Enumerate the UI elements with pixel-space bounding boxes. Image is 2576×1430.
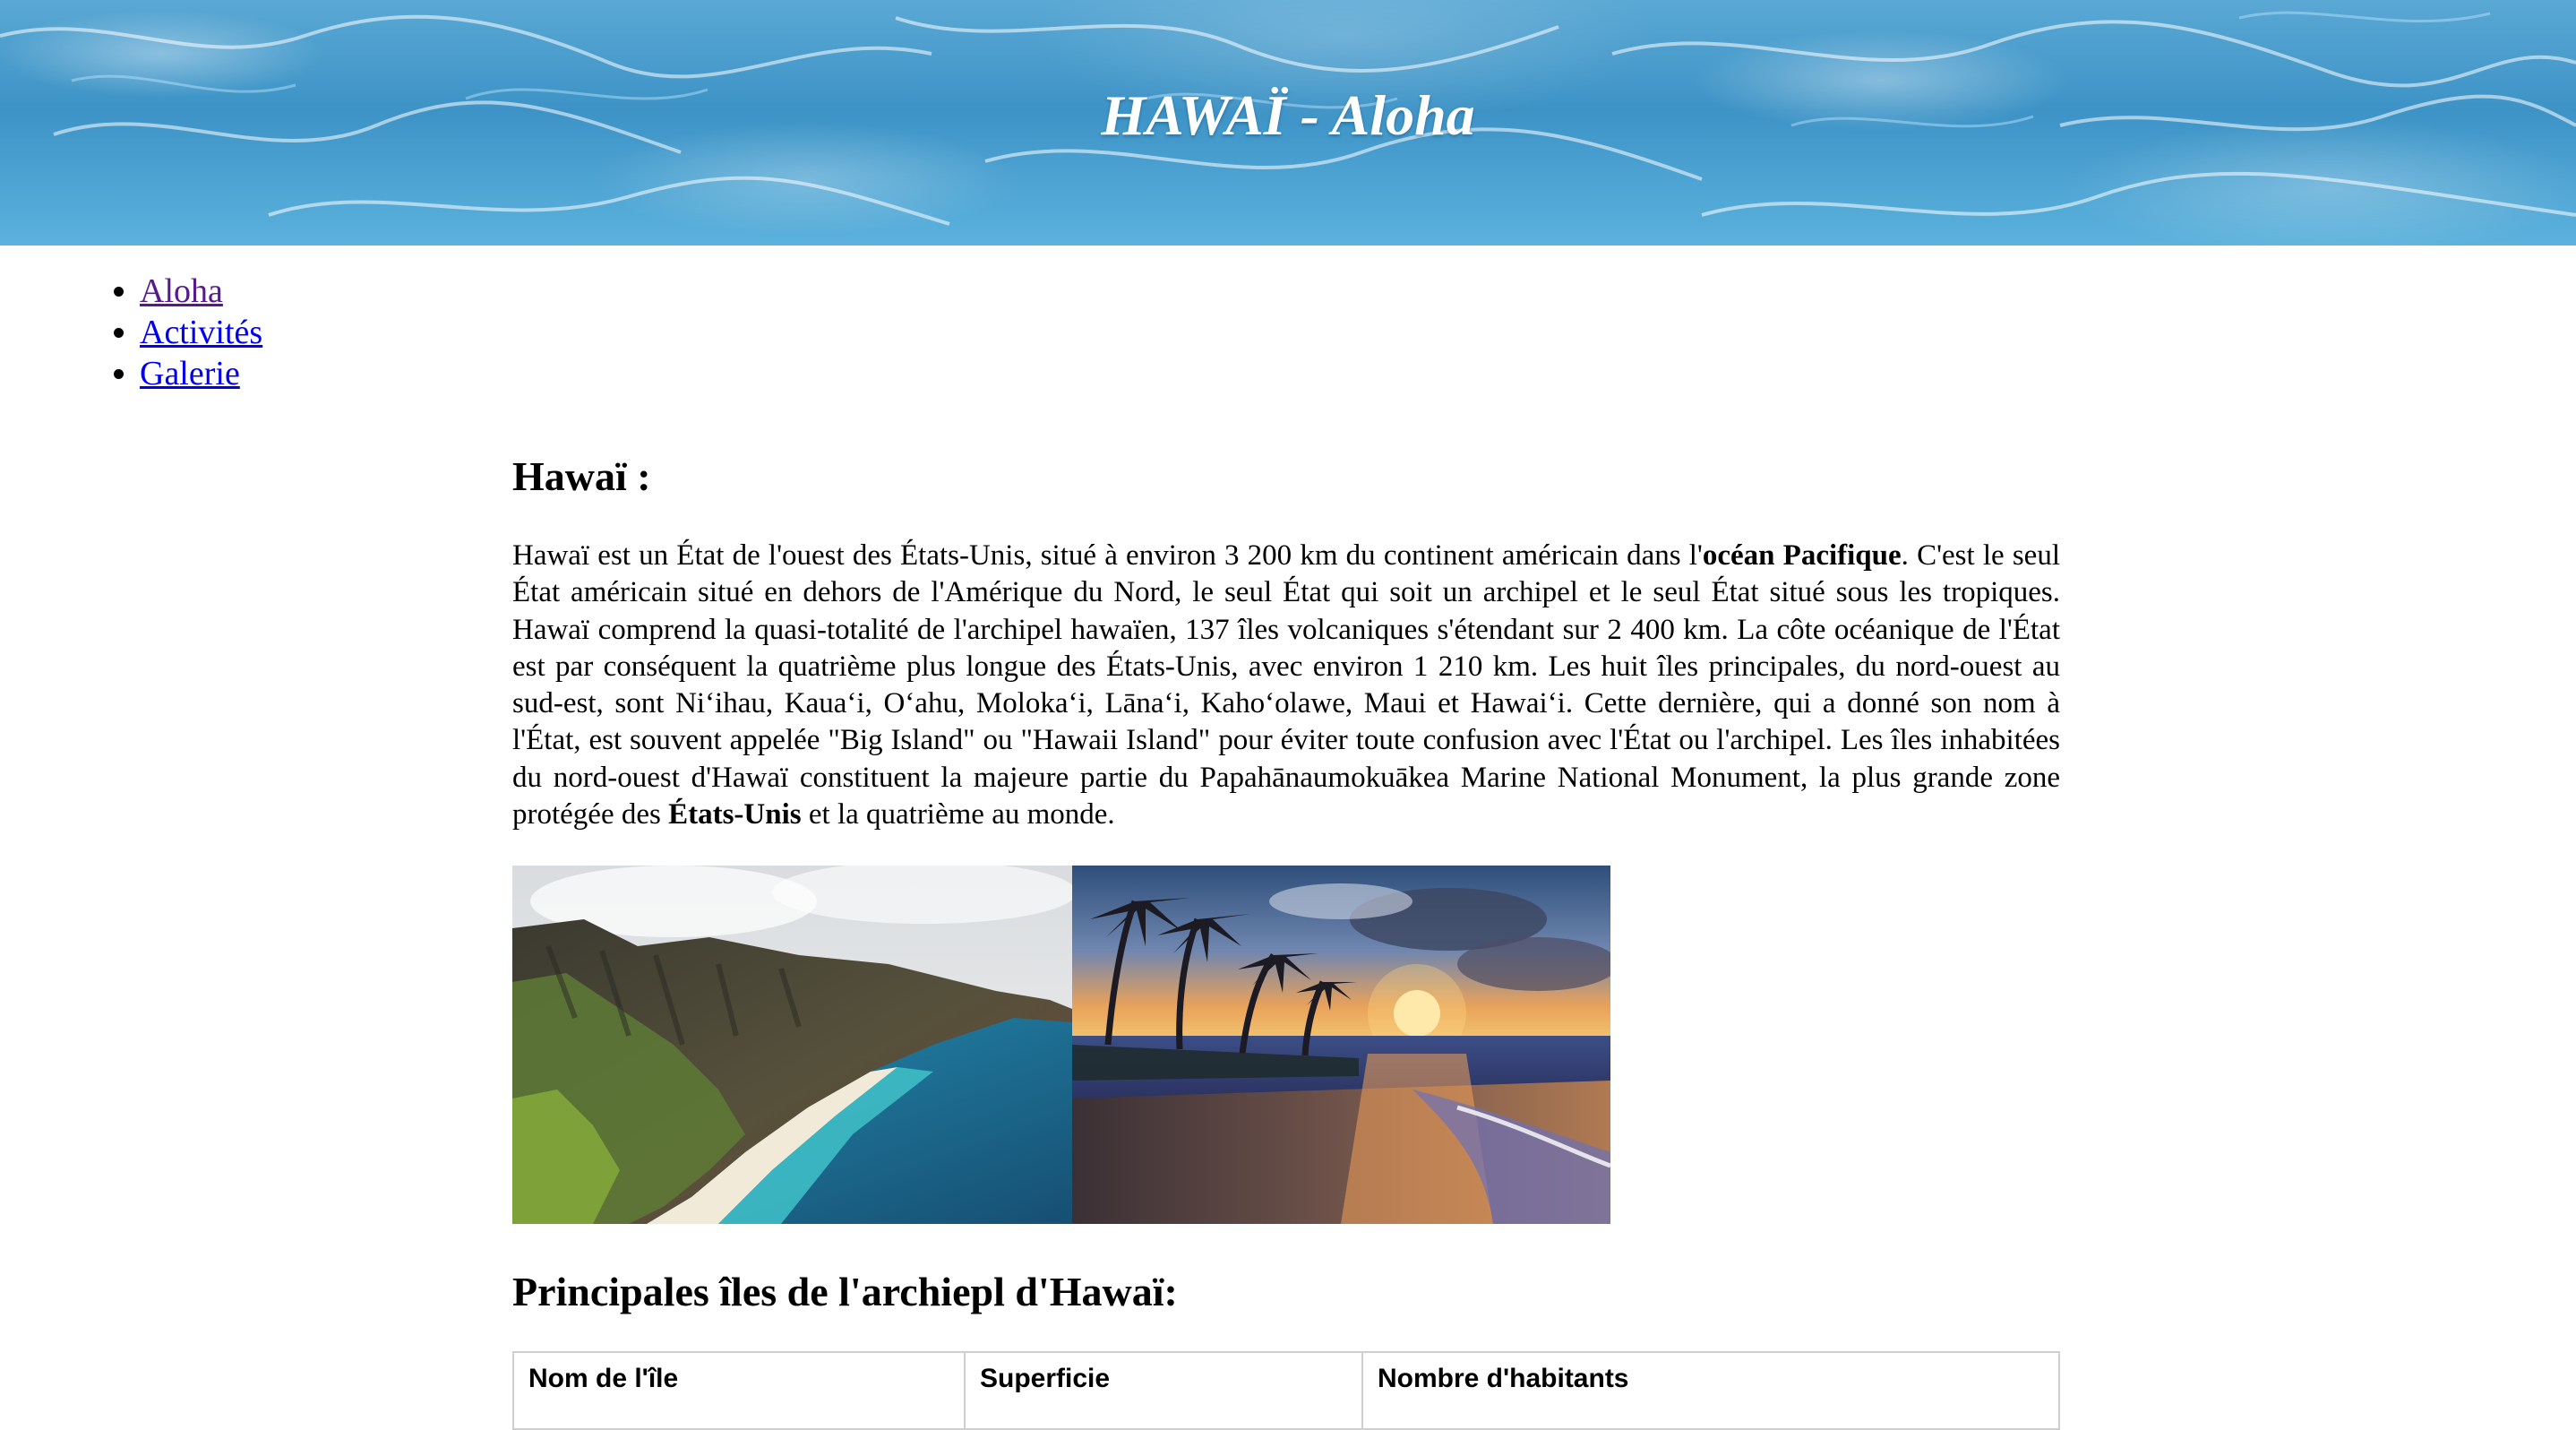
- col-header-island-name: Nom de l'île: [512, 1351, 966, 1430]
- photo-row: [512, 866, 2060, 1225]
- photo-beach-sunset: [1072, 866, 1610, 1225]
- bold-etats-unis: États-Unis: [668, 798, 802, 831]
- intro-paragraph: Hawaï est un État de l'ouest des États-U…: [512, 539, 2060, 831]
- main-nav: Aloha Activités Galerie: [104, 271, 262, 394]
- nav-link-aloha[interactable]: Aloha: [140, 272, 223, 310]
- photo-coast-cliffs: [512, 866, 1072, 1225]
- nav-item-aloha: Aloha: [140, 271, 262, 312]
- bold-ocean-pacifique: océan Pacifique: [1702, 539, 1902, 572]
- islands-heading: Principales îles de l'archiepl d'Hawaï:: [512, 1269, 1178, 1315]
- nav-item-activites: Activités: [140, 312, 262, 353]
- section-heading: Hawaï :: [512, 453, 651, 499]
- nav-link-galerie[interactable]: Galerie: [140, 355, 240, 392]
- table-header-row: Nom de l'île Superficie Nombre d'habitan…: [512, 1351, 2060, 1430]
- nav-link-activites[interactable]: Activités: [140, 314, 262, 351]
- nav-item-galerie: Galerie: [140, 353, 262, 394]
- islands-table: Nom de l'île Superficie Nombre d'habitan…: [512, 1351, 2060, 1430]
- col-header-population: Nombre d'habitants: [1361, 1351, 2060, 1430]
- page-title: HAWAÏ - Aloha: [1101, 83, 1475, 147]
- header-banner: HAWAÏ - Aloha: [0, 0, 2576, 246]
- main-content: Hawaï : Hawaï est un État de l'ouest des…: [512, 448, 2060, 1430]
- col-header-area: Superficie: [964, 1351, 1363, 1430]
